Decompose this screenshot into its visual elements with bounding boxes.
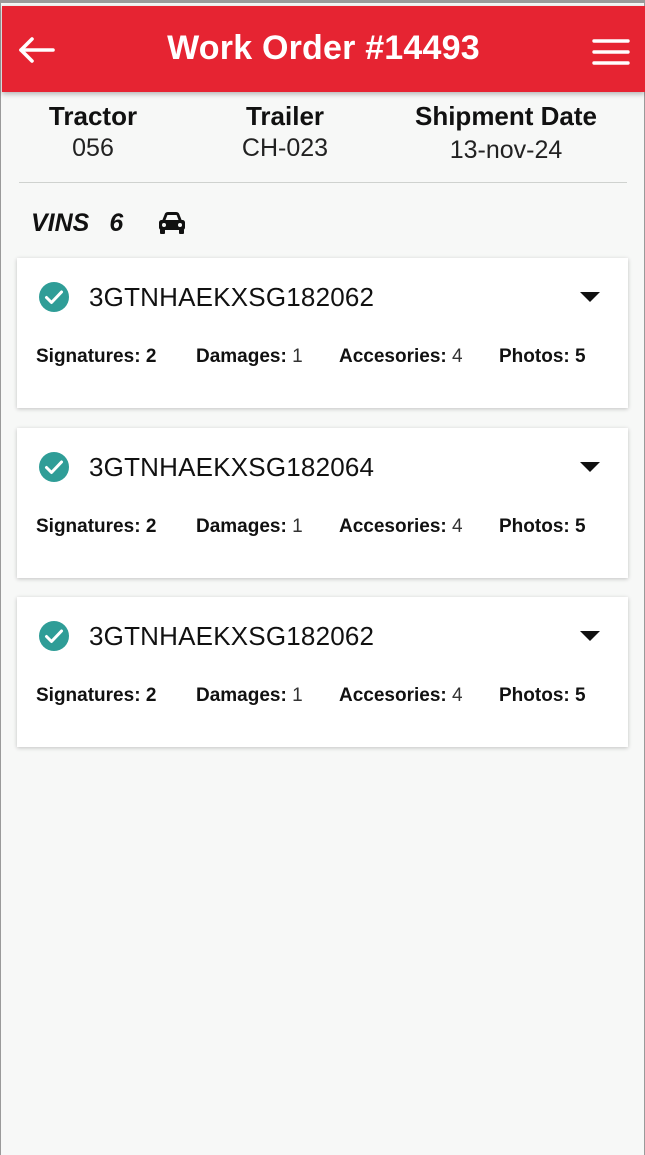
signatures-stat: Signatures: 2 [36,683,156,709]
vins-label: VINS [31,208,90,237]
page-title: Work Order #14493 [167,28,480,67]
chevron-down-icon[interactable] [578,288,602,306]
accessories-label: Accesories: [339,346,447,367]
photos-stat: Photos: 5 [499,683,586,709]
shipment-date-label: Shipment Date [414,101,598,131]
photos-label: Photos: [499,516,570,537]
menu-button[interactable] [591,32,631,72]
check-circle-icon [39,452,69,482]
chevron-down-icon[interactable] [578,627,602,645]
damages-stat: Damages: 1 [196,514,303,540]
photos-stat: Photos: 5 [499,344,586,370]
signatures-count: 2 [145,346,157,367]
vin-number: 3GTNHAEKXSG182062 [89,621,375,651]
damages-count: 1 [292,516,303,537]
damages-stat: Damages: 1 [196,344,303,370]
arrow-left-icon [19,37,55,63]
signatures-label: Signatures: [36,516,141,537]
damages-label: Damages: [196,516,287,537]
accessories-label: Accesories: [339,516,447,537]
damages-label: Damages: [196,346,287,367]
photos-count: 5 [575,346,586,367]
vins-count: 6 [109,208,124,237]
trailer-label: Trailer [245,101,325,131]
accessories-stat: Accesories: 4 [339,344,463,370]
accessories-label: Accesories: [339,685,447,706]
shipment-date-info: Shipment Date 13-nov-24 [401,99,611,165]
app-bar: Work Order #14493 [2,6,645,92]
check-circle-icon [39,621,69,651]
trailer-value: CH-023 [241,134,329,162]
back-button[interactable] [16,30,56,70]
tractor-label: Tractor [48,101,138,131]
signatures-label: Signatures: [36,346,141,367]
accessories-stat: Accesories: 4 [339,683,463,709]
check-circle-icon [39,282,69,312]
app-frame: Work Order #14493 Tractor 056 Trailer CH… [0,0,645,1155]
signatures-stat: Signatures: 2 [36,344,156,370]
vin-card[interactable]: 3GTNHAEKXSG182062 Signatures: 2 Damages:… [17,258,628,408]
accessories-stat: Accesories: 4 [339,514,463,540]
signatures-label: Signatures: [36,685,141,706]
chevron-down-icon[interactable] [578,458,602,476]
vin-card[interactable]: 3GTNHAEKXSG182062 Signatures: 2 Damages:… [17,597,628,747]
damages-count: 1 [292,685,303,706]
signatures-count: 2 [145,685,157,706]
photos-label: Photos: [499,685,570,706]
vin-card[interactable]: 3GTNHAEKXSG182064 Signatures: 2 Damages:… [17,428,628,578]
shipment-date-value: 13-nov-24 [449,136,563,164]
vin-number: 3GTNHAEKXSG182064 [89,452,375,482]
trailer-info: Trailer CH-023 [215,99,355,163]
photos-stat: Photos: 5 [499,514,586,540]
photos-label: Photos: [499,346,570,367]
damages-label: Damages: [196,685,287,706]
vins-header: VINS 6 [31,203,187,243]
signatures-stat: Signatures: 2 [36,514,156,540]
damages-stat: Damages: 1 [196,683,303,709]
car-icon [157,210,187,236]
signatures-count: 2 [145,516,157,537]
photos-count: 5 [575,516,586,537]
accessories-count: 4 [452,346,463,367]
shipment-info: Tractor 056 Trailer CH-023 Shipment Date… [19,99,627,183]
tractor-info: Tractor 056 [33,99,153,163]
damages-count: 1 [292,346,303,367]
vin-number: 3GTNHAEKXSG182062 [89,282,375,312]
accessories-count: 4 [452,516,463,537]
tractor-value: 056 [72,134,114,162]
hamburger-menu-icon [592,39,630,65]
accessories-count: 4 [452,685,463,706]
photos-count: 5 [575,685,586,706]
